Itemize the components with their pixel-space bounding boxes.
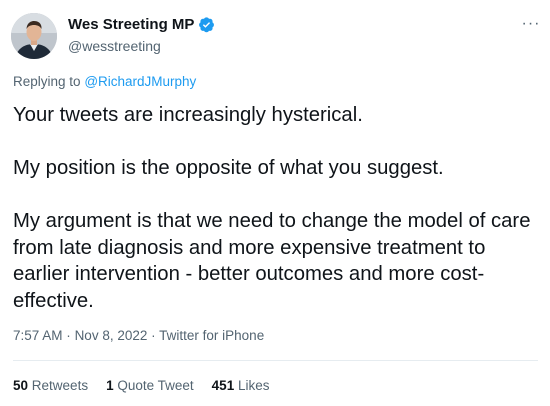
user-avatar-icon xyxy=(11,13,57,59)
tweet-paragraph: Your tweets are increasingly hysterical. xyxy=(13,104,363,126)
tweet-text: Your tweets are increasingly hysterical.… xyxy=(13,102,543,314)
name-row: Wes Streeting MP xyxy=(68,15,215,33)
verified-badge-icon xyxy=(198,16,215,33)
tweet-date[interactable]: Nov 8, 2022 xyxy=(75,328,148,343)
retweets-count: 50 xyxy=(13,378,29,393)
replying-to: Replying to @RichardJMurphy xyxy=(13,74,196,89)
author-block: Wes Streeting MP @wesstreeting xyxy=(68,15,215,54)
likes-label: Likes xyxy=(237,378,270,393)
tweet-paragraph: My argument is that we need to change th… xyxy=(13,210,531,312)
tweet-source[interactable]: Twitter for iPhone xyxy=(159,328,264,343)
tweet-meta: 7:57 AM · Nov 8, 2022 · Twitter for iPho… xyxy=(13,328,264,343)
tweet: Wes Streeting MP @wesstreeting ··· Reply… xyxy=(0,0,550,406)
retweets-label: Retweets xyxy=(31,378,89,393)
avatar[interactable] xyxy=(11,13,57,59)
retweets-stat[interactable]: 50 Retweets xyxy=(13,378,88,393)
tweet-paragraph: My position is the opposite of what you … xyxy=(13,157,444,179)
meta-separator: · xyxy=(66,328,71,343)
handle[interactable]: @wesstreeting xyxy=(68,38,215,54)
tweet-stats: 50 Retweets 1 Quote Tweet 451 Likes xyxy=(13,378,287,393)
replying-to-prefix: Replying to xyxy=(13,74,81,89)
reply-mention-link[interactable]: @RichardJMurphy xyxy=(84,74,196,89)
quotes-label: Quote Tweet xyxy=(117,378,194,393)
meta-separator: · xyxy=(151,328,156,343)
quotes-count: 1 xyxy=(106,378,114,393)
display-name[interactable]: Wes Streeting MP xyxy=(68,16,194,33)
quote-tweets-stat[interactable]: 1 Quote Tweet xyxy=(106,378,194,393)
likes-stat[interactable]: 451 Likes xyxy=(212,378,270,393)
tweet-time[interactable]: 7:57 AM xyxy=(13,328,63,343)
more-options-button[interactable]: ··· xyxy=(520,14,542,34)
more-horizontal-icon: ··· xyxy=(521,15,541,32)
divider xyxy=(13,360,538,361)
likes-count: 451 xyxy=(211,378,235,393)
